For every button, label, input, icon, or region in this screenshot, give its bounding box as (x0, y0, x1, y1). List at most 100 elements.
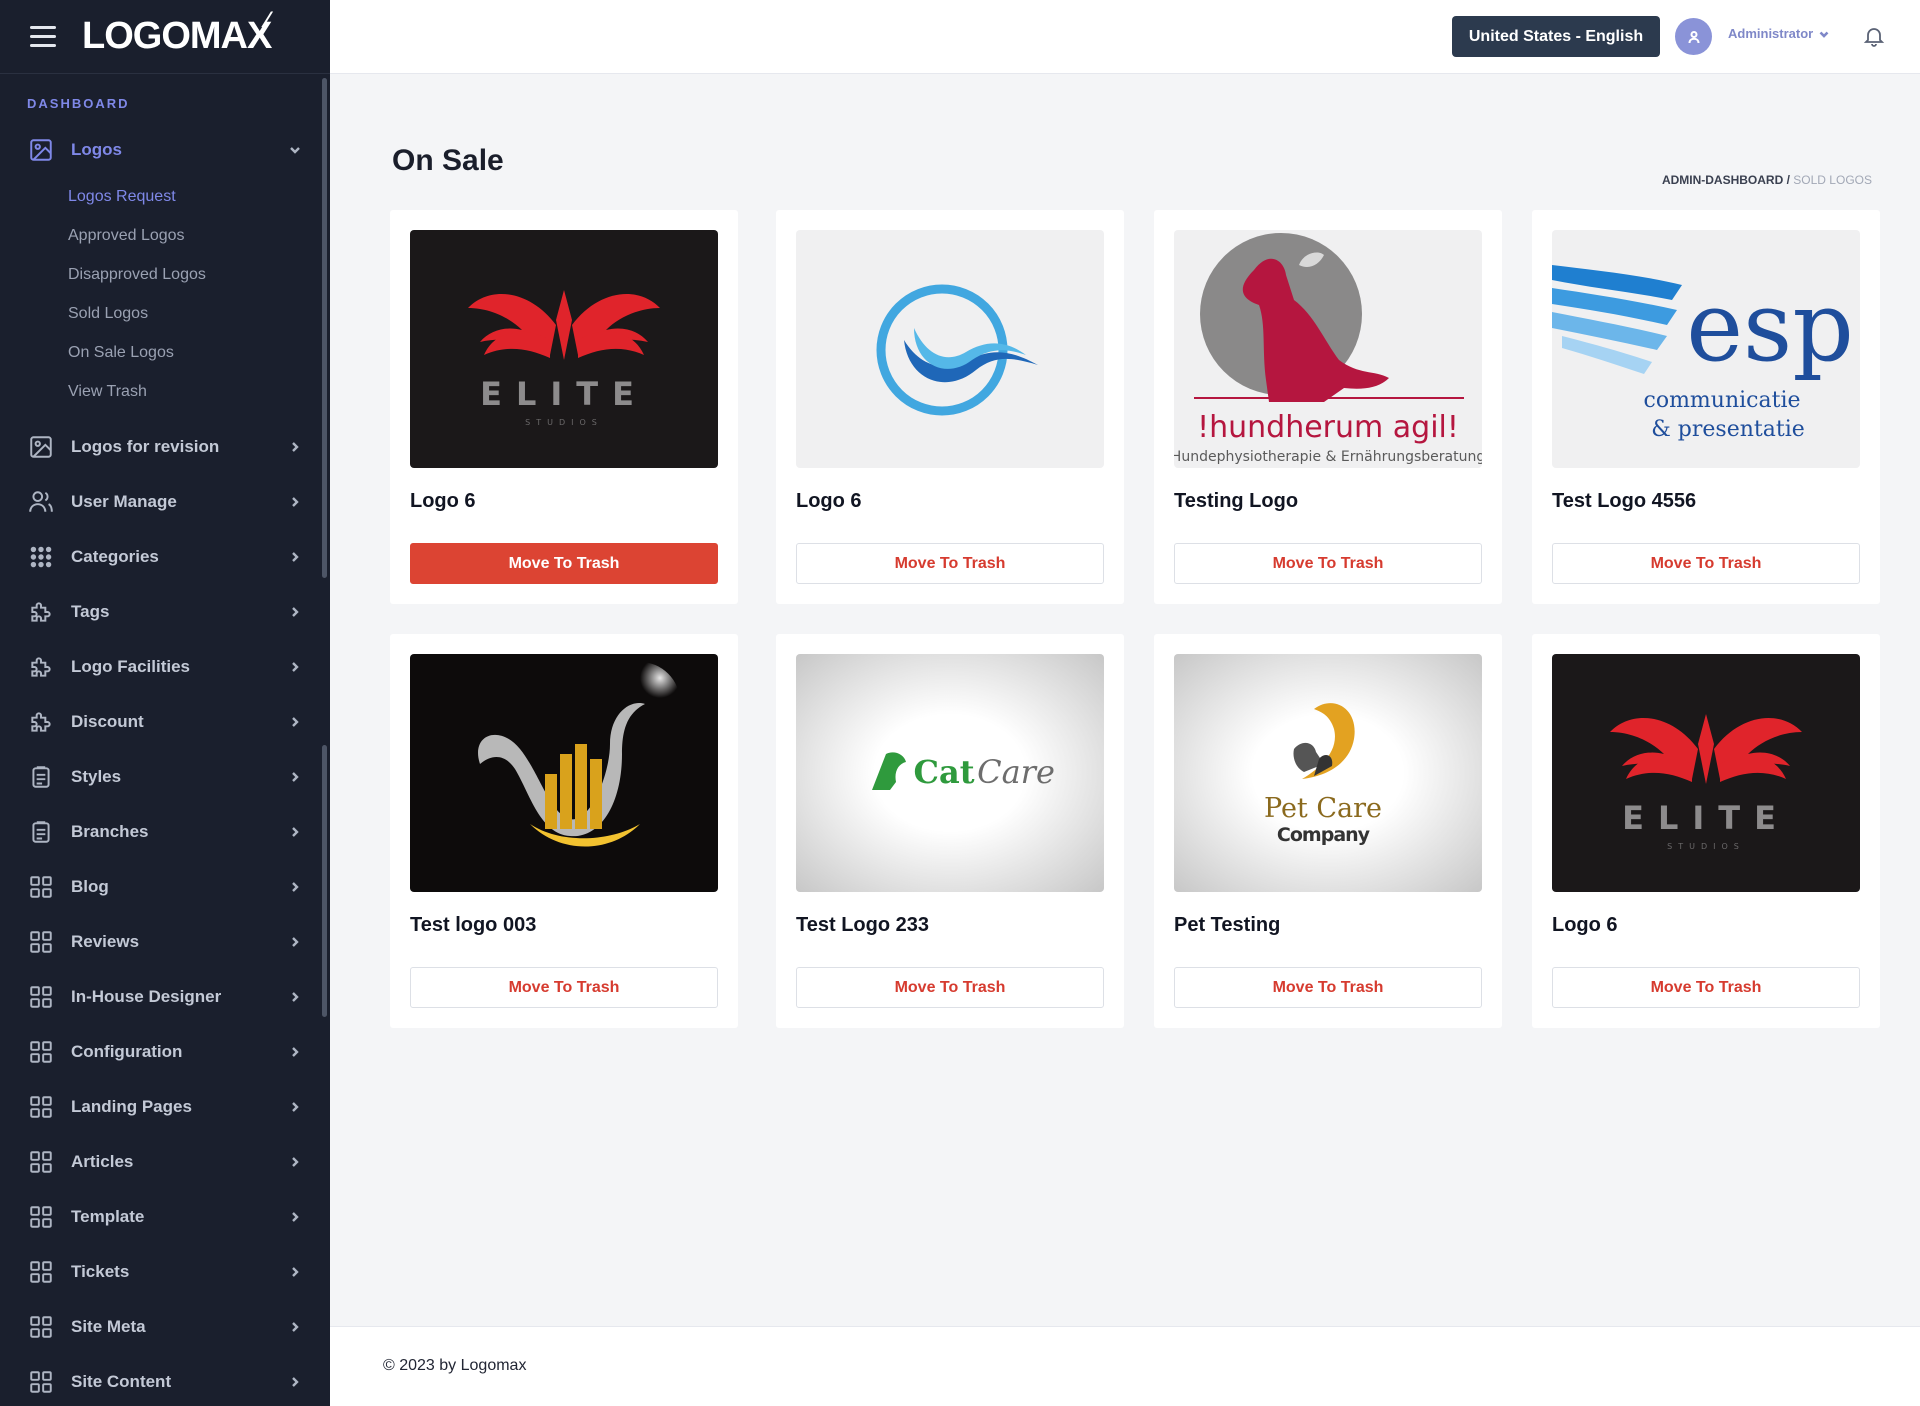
logo-thumbnail[interactable]: Pet Care Company (1174, 654, 1482, 892)
chevron-right-icon (288, 935, 302, 949)
language-selector-button[interactable]: United States - English (1452, 16, 1660, 57)
users-icon (27, 488, 55, 516)
top-bar: United States - English Administrator (330, 0, 1920, 74)
puzzle-icon (27, 653, 55, 681)
move-to-trash-button[interactable]: Move To Trash (410, 967, 718, 1008)
chevron-down-icon (288, 143, 302, 157)
sidebar-item-logos[interactable]: Logos (0, 122, 330, 177)
sidebar-item-styles[interactable]: Styles (0, 749, 330, 804)
grid-icon (27, 928, 55, 956)
sidebar-subitem-logos-request[interactable]: Logos Request (0, 177, 330, 216)
brand-mark-icon: ⁄ (265, 7, 269, 32)
sidebar-subitem-disapproved-logos[interactable]: Disapproved Logos (0, 255, 330, 294)
sidebar-item-logos-for-revision[interactable]: Logos for revision (0, 419, 330, 474)
sidebar-item-label: Categories (71, 546, 159, 566)
sidebar-subitem-on-sale-logos[interactable]: On Sale Logos (0, 333, 330, 372)
sidebar-nav-list: Logos for revision User Manage Categories T… (0, 419, 330, 1406)
move-to-trash-button[interactable]: Move To Trash (410, 543, 718, 584)
breadcrumb: ADMIN-DASHBOARD / SOLD LOGOS (1662, 173, 1872, 187)
logo-card: Pet Care Company Pet Testing Move To Tra… (1154, 634, 1502, 1028)
move-to-trash-button[interactable]: Move To Trash (1552, 543, 1860, 584)
move-to-trash-button[interactable]: Move To Trash (796, 967, 1104, 1008)
brand-name: LOGOMAX (82, 15, 272, 57)
grid-icon (27, 1313, 55, 1341)
move-to-trash-button[interactable]: Move To Trash (1552, 967, 1860, 1008)
image-icon (27, 136, 55, 164)
sidebar-item-label: Logos for revision (71, 436, 220, 456)
logo-text: !hundherum agil! (1197, 410, 1459, 445)
logo-thumbnail[interactable]: Cat Care (796, 654, 1104, 892)
pet-care-company-logo-image: Pet Care Company (1174, 654, 1482, 892)
sidebar-section-label: DASHBOARD (27, 96, 130, 111)
logo-card-title: Logo 6 (410, 490, 476, 512)
sidebar-item-site-meta[interactable]: Site Meta (0, 1299, 330, 1354)
sidebar-item-label: Branches (71, 821, 149, 841)
sidebar-item-discount[interactable]: Discount (0, 694, 330, 749)
sidebar-item-in-house-designer[interactable]: In-House Designer (0, 969, 330, 1024)
logo-thumbnail[interactable] (410, 654, 718, 892)
sidebar-scrollbar-thumb[interactable] (322, 745, 327, 1017)
grid-icon (27, 1258, 55, 1286)
move-to-trash-button[interactable]: Move To Trash (796, 543, 1104, 584)
logo-card: ELITE STUDIOS Logo 6 Move To Trash (1532, 634, 1880, 1028)
elite-studios-logo-image: ELITE STUDIOS (1552, 654, 1860, 892)
logo-thumbnail[interactable]: ELITE STUDIOS (410, 230, 718, 468)
sidebar-item-tags[interactable]: Tags (0, 584, 330, 639)
sidebar-scrollbar[interactable] (322, 78, 327, 578)
sidebar-item-tickets[interactable]: Tickets (0, 1244, 330, 1299)
blue-wave-circle-logo-image (796, 230, 1104, 468)
bell-icon[interactable] (1862, 24, 1886, 48)
sidebar-item-label: Articles (71, 1151, 134, 1171)
puzzle-icon (27, 708, 55, 736)
sidebar-item-blog[interactable]: Blog (0, 859, 330, 914)
logo-text: esp (1686, 271, 1854, 383)
sidebar-item-label: Blog (71, 876, 109, 896)
logo-card-title: Testing Logo (1174, 490, 1299, 512)
sidebar-item-label: Reviews (71, 931, 140, 951)
logo-thumbnail[interactable]: ELITE STUDIOS (1552, 654, 1860, 892)
sidebar-item-label: Tags (71, 601, 110, 621)
logo-subtext: Hundephysiotherapie & Ernährungsberatung (1174, 449, 1482, 465)
grid-icon (27, 873, 55, 901)
breadcrumb-separator: / (1786, 173, 1790, 187)
chevron-right-icon (288, 880, 302, 894)
sidebar-item-reviews[interactable]: Reviews (0, 914, 330, 969)
sidebar-item-categories[interactable]: Categories (0, 529, 330, 584)
move-to-trash-button[interactable]: Move To Trash (1174, 543, 1482, 584)
sidebar-item-landing-pages[interactable]: Landing Pages (0, 1079, 330, 1134)
avatar[interactable] (1675, 18, 1712, 55)
menu-toggle-icon[interactable] (30, 26, 56, 47)
logo-thumbnail[interactable]: !hundherum agil! Hundephysiotherapie & E… (1174, 230, 1482, 468)
page-title: On Sale (392, 144, 504, 177)
sidebar-subitem-approved-logos[interactable]: Approved Logos (0, 216, 330, 255)
move-to-trash-button[interactable]: Move To Trash (1174, 967, 1482, 1008)
sidebar-subitem-sold-logos[interactable]: Sold Logos (0, 294, 330, 333)
brand-logo[interactable]: LOGOMAX ⁄ (82, 7, 272, 58)
breadcrumb-parent-link[interactable]: ADMIN-DASHBOARD (1662, 173, 1783, 187)
sidebar-item-logo-facilities[interactable]: Logo Facilities (0, 639, 330, 694)
user-name: Administrator (1728, 26, 1814, 41)
sidebar-item-user-manage[interactable]: User Manage (0, 474, 330, 529)
sidebar-item-branches[interactable]: Branches (0, 804, 330, 859)
user-icon (1688, 30, 1699, 43)
sidebar-item-label: Landing Pages (71, 1096, 192, 1116)
puzzle-icon (27, 598, 55, 626)
chevron-right-icon (288, 1210, 302, 1224)
logo-thumbnail[interactable] (796, 230, 1104, 468)
breadcrumb-current: SOLD LOGOS (1793, 173, 1872, 187)
chevron-right-icon (288, 1045, 302, 1059)
chevron-right-icon (288, 1375, 302, 1389)
sidebar-item-template[interactable]: Template (0, 1189, 330, 1244)
logo-text: ELITE (480, 375, 648, 413)
sidebar-item-configuration[interactable]: Configuration (0, 1024, 330, 1079)
sidebar-item-label: Logos (71, 139, 122, 159)
grid-icon (27, 1203, 55, 1231)
sidebar-item-site-content[interactable]: Site Content (0, 1354, 330, 1406)
sidebar-subitem-view-trash[interactable]: View Trash (0, 372, 330, 411)
grid-icon (27, 1148, 55, 1176)
chevron-right-icon (288, 1320, 302, 1334)
logo-thumbnail[interactable]: esp communicatie & presentatie (1552, 230, 1860, 468)
sidebar-item-articles[interactable]: Articles (0, 1134, 330, 1189)
dots-grid-icon (27, 543, 55, 571)
user-menu[interactable]: Administrator (1728, 26, 1829, 41)
